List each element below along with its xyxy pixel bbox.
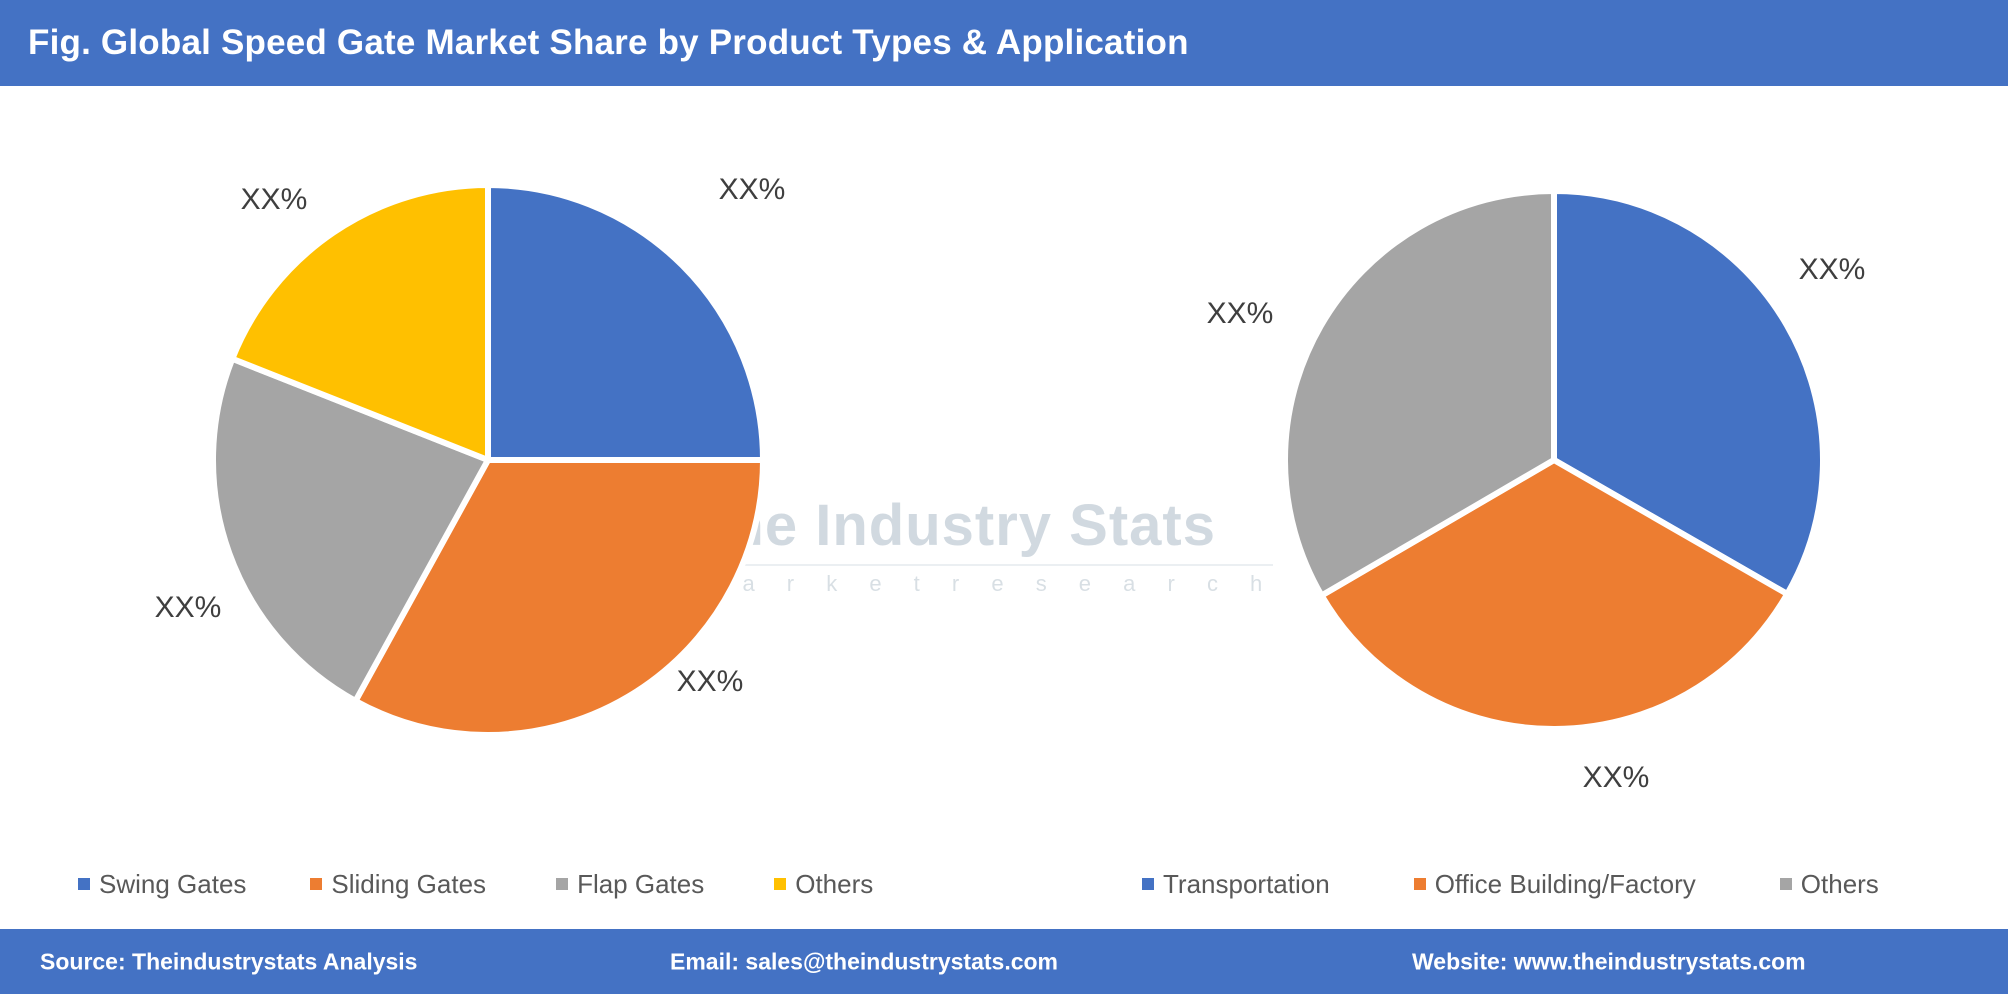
product-types-value-label: XX% [154,591,222,624]
product-types-value-label: XX% [676,665,744,698]
legend-swatch-icon [1413,878,1426,890]
application-legend-item[interactable]: Transportation [1142,869,1330,900]
legend-swatch-icon [1142,878,1154,890]
chart-header: Fig. Global Speed Gate Market Share by P… [0,0,2008,86]
pie-chart-application [1282,188,1826,733]
legend-swatch-icon [774,878,787,890]
application-value-label: XX% [1582,761,1650,794]
application-legend-item[interactable]: Others [1779,868,1879,900]
chart-footer: Source: Theindustrystats Analysis Email:… [0,929,2008,994]
product-types-legend-item[interactable]: Sliding Gates [310,869,486,900]
legend-swatch-icon [1779,878,1792,890]
pie-chart-product-types [210,182,766,738]
plot-area: The Industry Stats m a r k e t r e s e a… [0,86,2008,916]
legend-application: Transportation Office Building/Factory Oth… [1142,862,1879,906]
product-types-legend-item[interactable]: Flap Gates [556,869,704,900]
legend-swatch-icon [556,878,569,890]
legend-product-types: Swing Gates Sliding Gates Flap Gates Others [78,862,873,906]
application-value-label: XX% [1206,297,1274,330]
legend-label: Flap Gates [577,868,705,899]
legend-label: Others [795,868,874,899]
product-types-legend-item[interactable]: Swing Gates [78,869,246,900]
legend-label: Swing Gates [99,868,247,899]
footer-source: Source: Theindustrystats Analysis [40,948,418,974]
legend-label: Others [1800,868,1879,899]
product-types-slice-swing-gates[interactable] [485,182,766,463]
page-title: Fig. Global Speed Gate Market Share by P… [28,23,1189,62]
footer-email[interactable]: Email: sales@theindustrystats.com [670,948,1058,975]
legend-swatch-icon [310,878,323,890]
legend-label: Transportation [1163,868,1330,899]
product-types-value-label: XX% [718,173,786,206]
product-types-value-label: XX% [240,183,308,216]
application-value-label: XX% [1798,253,1866,286]
footer-website[interactable]: Website: www.theindustrystats.com [1412,948,1806,975]
legend-label: Office Building/Factory [1434,868,1696,899]
legend-swatch-icon [78,878,90,890]
legend-label: Sliding Gates [331,868,487,899]
chart-page: Fig. Global Speed Gate Market Share by P… [0,0,2008,994]
application-legend-item[interactable]: Office Building/Factory [1413,868,1696,900]
product-types-legend-item[interactable]: Others [774,869,873,900]
